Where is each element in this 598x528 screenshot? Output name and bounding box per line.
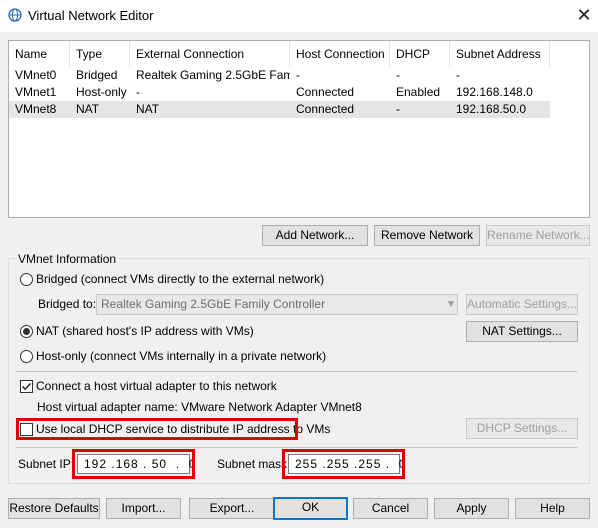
- connect-adapter-label: Connect a host virtual adapter to this n…: [36, 379, 277, 393]
- adapter-name-text: Host virtual adapter name: VMware Networ…: [37, 400, 362, 414]
- network-list[interactable]: Name Type External Connection Host Conne…: [8, 40, 590, 218]
- cell-subnet-address: -: [456, 68, 460, 82]
- column-header-type[interactable]: Type: [70, 41, 130, 67]
- check-icon: [21, 382, 32, 391]
- hostonly-label: Host-only (connect VMs internally in a p…: [36, 349, 327, 363]
- table-row-selected[interactable]: VMnet8 NAT NAT Connected - 192.168.50.0: [9, 101, 550, 118]
- bridged-to-label: Bridged to:: [38, 297, 97, 311]
- radio-dot: [23, 328, 30, 335]
- dhcp-settings-button[interactable]: DHCP Settings...: [466, 418, 578, 439]
- cell-dhcp: Enabled: [396, 85, 441, 99]
- cell-host-connection: Connected: [296, 102, 355, 116]
- cell-name: VMnet0: [15, 68, 57, 82]
- cell-host-connection: Connected: [296, 85, 355, 99]
- remove-network-button[interactable]: Remove Network: [374, 225, 480, 246]
- cancel-button[interactable]: Cancel: [353, 498, 428, 519]
- cell-dhcp: -: [396, 102, 400, 116]
- column-header-subnet-address[interactable]: Subnet Address: [450, 41, 550, 67]
- cell-host-connection: -: [296, 68, 300, 82]
- import-button[interactable]: Import...: [106, 498, 181, 519]
- cell-dhcp: -: [396, 68, 400, 82]
- automatic-settings-button[interactable]: Automatic Settings...: [466, 294, 578, 315]
- group-label: VMnet Information: [16, 252, 119, 266]
- cell-name: VMnet8: [15, 102, 57, 116]
- globe-icon: [8, 8, 22, 22]
- highlight-box: [282, 449, 405, 479]
- cell-type: Host-only: [76, 85, 127, 99]
- cell-subnet-address: 192.168.50.0: [456, 102, 527, 116]
- cell-type: NAT: [76, 102, 100, 116]
- nat-radio[interactable]: [20, 325, 33, 338]
- cell-external-connection: Realtek Gaming 2.5GbE Fam...: [136, 68, 290, 82]
- column-header-external-connection[interactable]: External Connection: [130, 41, 290, 67]
- bridged-to-select[interactable]: Realtek Gaming 2.5GbE Family Controller: [96, 294, 458, 315]
- add-network-button[interactable]: Add Network...: [262, 225, 368, 246]
- nat-label: NAT (shared host's IP address with VMs): [36, 324, 254, 338]
- cell-type: Bridged: [76, 68, 118, 82]
- connect-adapter-checkbox[interactable]: [20, 380, 33, 393]
- column-header-name[interactable]: Name: [9, 41, 70, 67]
- subnet-ip-label: Subnet IP:: [18, 457, 75, 471]
- column-header-host-connection[interactable]: Host Connection: [290, 41, 390, 67]
- separator: [16, 371, 578, 372]
- apply-button[interactable]: Apply: [434, 498, 509, 519]
- chevron-down-icon: ▼: [446, 299, 456, 310]
- hostonly-radio[interactable]: [20, 350, 33, 363]
- close-icon[interactable]: ✕: [570, 2, 598, 28]
- table-row[interactable]: VMnet1 Host-only - Connected Enabled 192…: [9, 84, 550, 101]
- highlight-box: [16, 418, 298, 440]
- highlight-box: [72, 449, 195, 479]
- rename-network-button[interactable]: Rename Network...: [486, 225, 590, 246]
- restore-defaults-button[interactable]: Restore Defaults: [8, 498, 100, 519]
- cell-name: VMnet1: [15, 85, 57, 99]
- table-row[interactable]: VMnet0 Bridged Realtek Gaming 2.5GbE Fam…: [9, 67, 550, 84]
- window-title: Virtual Network Editor: [28, 8, 154, 23]
- cell-external-connection: NAT: [136, 102, 160, 116]
- nat-settings-button[interactable]: NAT Settings...: [466, 321, 578, 342]
- help-button[interactable]: Help: [515, 498, 590, 519]
- cell-subnet-address: 192.168.148.0: [456, 85, 533, 99]
- bridged-label: Bridged (connect VMs directly to the ext…: [36, 272, 325, 286]
- export-button[interactable]: Export...: [189, 498, 275, 519]
- bridged-radio[interactable]: [20, 273, 33, 286]
- separator: [16, 447, 578, 448]
- column-header-dhcp[interactable]: DHCP: [390, 41, 450, 67]
- subnet-mask-label: Subnet mask:: [217, 457, 291, 471]
- ok-button[interactable]: OK: [273, 497, 348, 520]
- cell-external-connection: -: [136, 85, 140, 99]
